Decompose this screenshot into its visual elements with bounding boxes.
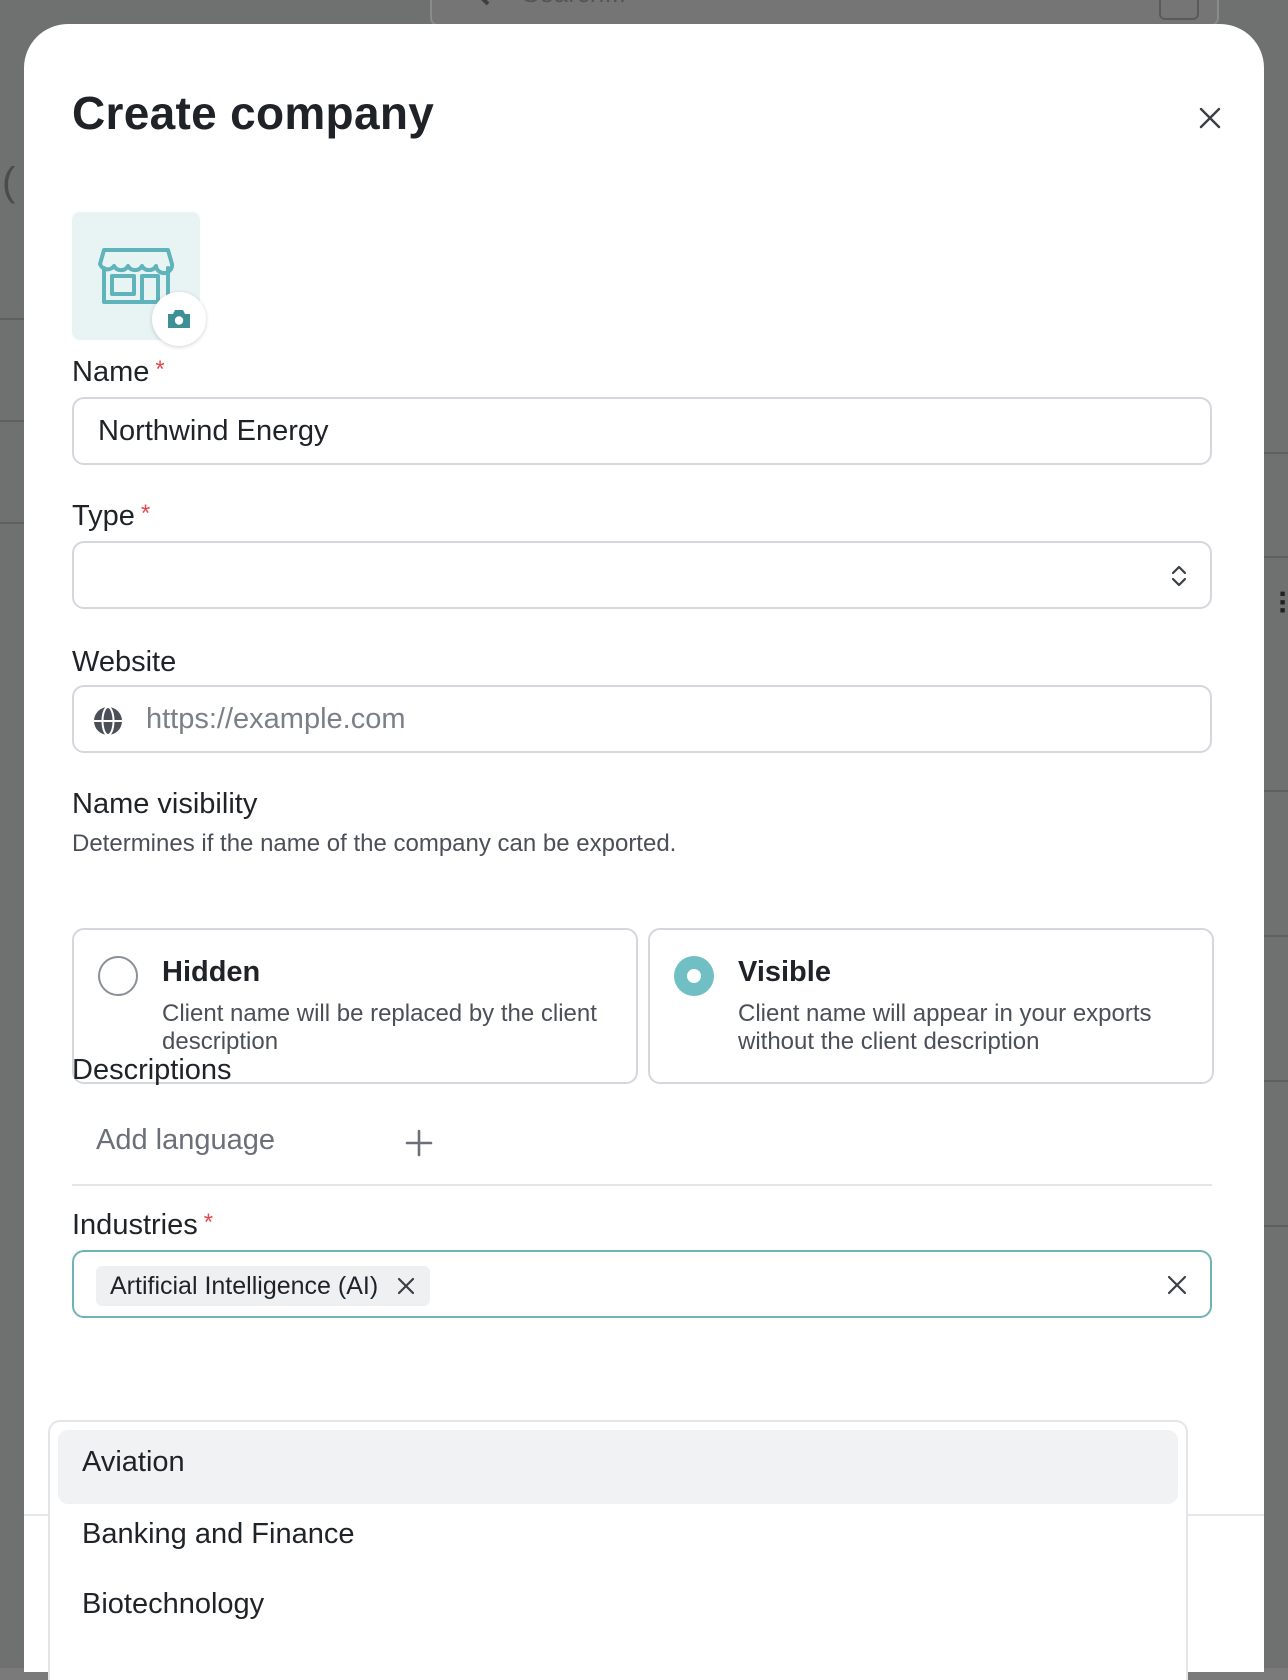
globe-icon: [94, 706, 122, 736]
industries-multiselect[interactable]: Artificial Intelligence (AI): [72, 1250, 1212, 1318]
type-select[interactable]: [72, 541, 1212, 609]
background-divider: [1264, 556, 1288, 558]
website-label: Website: [72, 646, 177, 678]
dropdown-option[interactable]: Biotechnology: [58, 1572, 1178, 1646]
required-indicator: *: [203, 1209, 214, 1236]
background-divider: [1264, 452, 1288, 454]
visibility-option-visible[interactable]: Visible Client name will appear in your …: [648, 928, 1214, 1084]
industry-chip: Artificial Intelligence (AI): [96, 1266, 431, 1306]
close-icon: [1199, 107, 1221, 129]
industries-dropdown: Aviation Banking and Finance Biotechnolo…: [48, 1420, 1188, 1680]
name-input[interactable]: Northwind Energy: [72, 397, 1212, 465]
visibility-option-title: Visible: [738, 956, 831, 988]
background-divider: [1264, 935, 1288, 937]
modal-title: Create company: [72, 87, 435, 139]
industries-label-text: Industries: [72, 1209, 198, 1241]
add-language-row: Add language: [72, 1114, 1212, 1186]
industries-label: Industries *: [72, 1209, 213, 1242]
drag-handle-icon: ⠿: [1276, 589, 1288, 622]
background-divider: [0, 420, 24, 422]
name-visibility-label: Name visibility: [72, 788, 258, 820]
search-icon: [481, 0, 490, 6]
keyboard-shortcut-badge: [1159, 0, 1199, 20]
visibility-option-title: Hidden: [162, 956, 261, 988]
website-input-placeholder: https://example.com: [146, 703, 406, 735]
required-indicator: *: [140, 500, 151, 527]
background-count-text: (: [2, 160, 16, 204]
background-search-placeholder: Search...: [522, 0, 626, 9]
visibility-option-description: Client name will appear in your exports …: [738, 1000, 1152, 1055]
background-divider: [1264, 790, 1288, 792]
background-divider: [1264, 1225, 1288, 1227]
background-divider: [0, 318, 24, 320]
required-indicator: *: [155, 356, 165, 383]
descriptions-label: Descriptions: [72, 1054, 232, 1086]
background-search-bar: Search...: [430, 0, 1219, 26]
camera-icon: [168, 310, 190, 328]
background-divider: [1264, 1080, 1288, 1082]
close-button[interactable]: [1190, 98, 1230, 138]
type-label: Type *: [72, 500, 150, 533]
dropdown-option[interactable]: Aviation: [58, 1430, 1178, 1504]
upload-photo-button[interactable]: [152, 292, 206, 346]
plus-icon[interactable]: [404, 1128, 434, 1158]
name-label-text: Name: [72, 356, 150, 388]
clear-selection-icon[interactable]: [1166, 1274, 1188, 1296]
website-input[interactable]: https://example.com: [72, 685, 1212, 753]
name-visibility-help: Determines if the name of the company ca…: [72, 830, 677, 857]
name-input-value: Northwind Energy: [98, 415, 329, 447]
chevron-updown-icon: [1171, 565, 1187, 587]
industry-chip-label: Artificial Intelligence (AI): [110, 1271, 379, 1300]
background-divider: [0, 522, 24, 524]
radio-button-hidden[interactable]: [98, 956, 138, 996]
name-label: Name *: [72, 356, 165, 389]
remove-chip-icon[interactable]: [396, 1276, 416, 1296]
dropdown-option[interactable]: Banking and Finance: [58, 1502, 1178, 1576]
add-language-button[interactable]: Add language: [96, 1124, 275, 1157]
type-label-text: Type: [72, 500, 135, 532]
radio-button-visible[interactable]: [674, 956, 714, 996]
visibility-option-description: Client name will be replaced by the clie…: [162, 1000, 597, 1055]
